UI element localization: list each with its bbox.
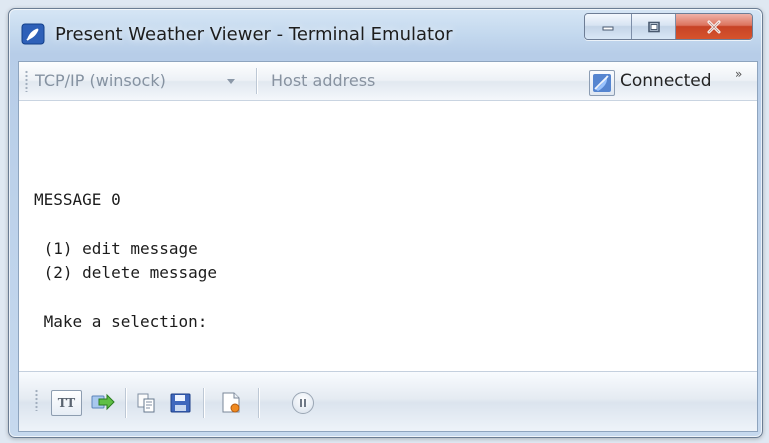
terminal-line: MESSAGE 0 xyxy=(34,190,121,209)
terminal-emulator-window: Present Weather Viewer - Terminal Emulat… xyxy=(8,8,763,438)
save-icon[interactable] xyxy=(168,391,194,415)
toolbar-separator xyxy=(258,388,259,418)
host-address-input[interactable]: Host address xyxy=(271,69,511,93)
maximize-button[interactable] xyxy=(631,14,677,39)
minimize-icon xyxy=(602,26,614,30)
window-title: Present Weather Viewer - Terminal Emulat… xyxy=(55,24,453,45)
connection-status-label: Connected xyxy=(620,71,712,91)
connection-type-dropdown[interactable]: TCP/IP (winsock) xyxy=(35,69,243,93)
close-icon xyxy=(707,20,721,33)
minimize-button[interactable] xyxy=(585,14,632,39)
bottom-toolbar: TT xyxy=(19,371,757,431)
toolbar-grip[interactable] xyxy=(25,70,28,92)
terminal-content-panel: TCP/IP (winsock) Host address Connected … xyxy=(18,61,758,432)
terminal-line: Make a selection: xyxy=(34,312,208,331)
close-button[interactable] xyxy=(676,14,752,39)
window-controls xyxy=(584,13,753,40)
chevron-down-icon[interactable] xyxy=(227,79,235,84)
chevron-right-double-icon[interactable]: » xyxy=(735,67,749,81)
maximize-icon xyxy=(647,21,660,32)
title-bar[interactable]: Present Weather Viewer - Terminal Emulat… xyxy=(9,9,762,51)
toolbar-separator xyxy=(203,388,204,418)
pause-icon[interactable] xyxy=(292,392,314,414)
toolbar-separator xyxy=(125,388,126,418)
copy-icon[interactable] xyxy=(134,391,160,415)
terminal-type-icon: TT xyxy=(57,396,76,410)
terminal-screen[interactable]: MESSAGE 0 (1) edit message (2) delete me… xyxy=(19,101,757,371)
terminal-icon xyxy=(21,23,45,45)
connection-status-icon xyxy=(593,74,611,92)
terminal-line: (1) edit message xyxy=(34,239,198,258)
connection-status-button[interactable] xyxy=(589,70,615,96)
connection-toolbar: TCP/IP (winsock) Host address Connected … xyxy=(19,62,757,101)
log-file-icon[interactable] xyxy=(218,391,244,415)
toolbar-separator xyxy=(256,68,257,94)
send-icon[interactable] xyxy=(90,391,116,415)
terminal-line: (2) delete message xyxy=(34,263,218,282)
toolbar-grip[interactable] xyxy=(35,389,38,411)
terminal-type-button[interactable]: TT xyxy=(51,390,82,416)
